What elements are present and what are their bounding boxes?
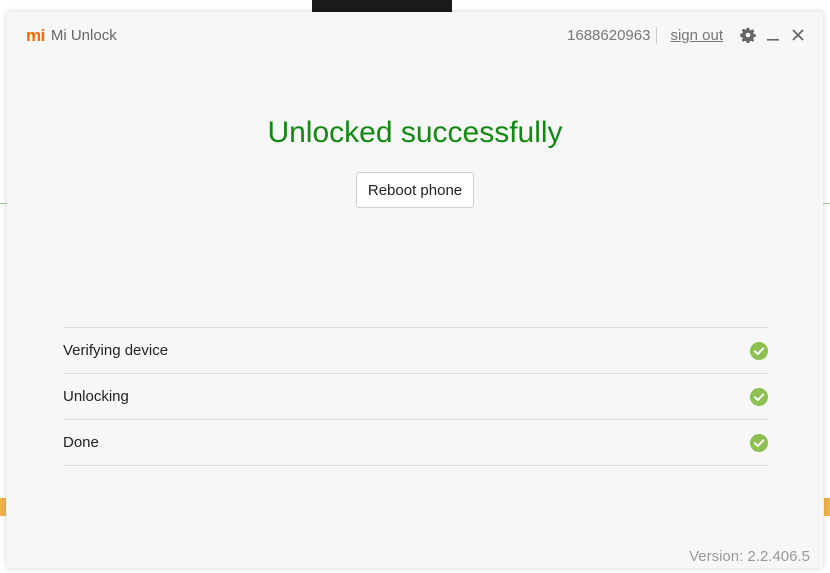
- step-label: Verifying device: [63, 342, 169, 359]
- mi-unlock-window: mi Mi Unlock 1688620963 sign out Unlocke…: [7, 12, 823, 568]
- version-label: Version: 2.2.406.5: [689, 548, 810, 565]
- status-headline: Unlocked successfully: [267, 116, 563, 149]
- step-unlocking: Unlocking: [63, 374, 768, 420]
- background-highlight: [824, 498, 830, 516]
- close-icon: [792, 29, 804, 41]
- step-label: Done: [63, 434, 99, 451]
- window-controls: [734, 25, 809, 45]
- title-bar[interactable]: mi Mi Unlock 1688620963 sign out: [7, 12, 823, 58]
- minimize-icon: [767, 39, 779, 41]
- step-label: Unlocking: [63, 388, 129, 405]
- check-circle-icon: [750, 387, 768, 406]
- progress-steps: Verifying device Unlocking Done: [63, 327, 768, 466]
- check-circle-icon: [750, 433, 768, 452]
- close-button[interactable]: [787, 25, 809, 45]
- background-highlight: [0, 498, 6, 516]
- app-title: Mi Unlock: [50, 27, 117, 44]
- account-id: 1688620963: [567, 27, 658, 44]
- reboot-phone-button[interactable]: Reboot phone: [356, 172, 474, 208]
- app-logo: mi Mi Unlock: [26, 27, 117, 44]
- background-text-fragment: [488, 0, 648, 12]
- mi-logo-icon: mi: [26, 26, 45, 45]
- account-area: 1688620963 sign out: [567, 27, 723, 44]
- step-done: Done: [63, 420, 768, 466]
- sign-out-link[interactable]: sign out: [670, 27, 723, 44]
- background-window-fragment: [312, 0, 452, 12]
- step-verifying-device: Verifying device: [63, 328, 768, 374]
- minimize-button[interactable]: [762, 25, 784, 45]
- check-circle-icon: [750, 341, 768, 360]
- gear-icon: [740, 27, 756, 43]
- settings-button[interactable]: [737, 25, 759, 45]
